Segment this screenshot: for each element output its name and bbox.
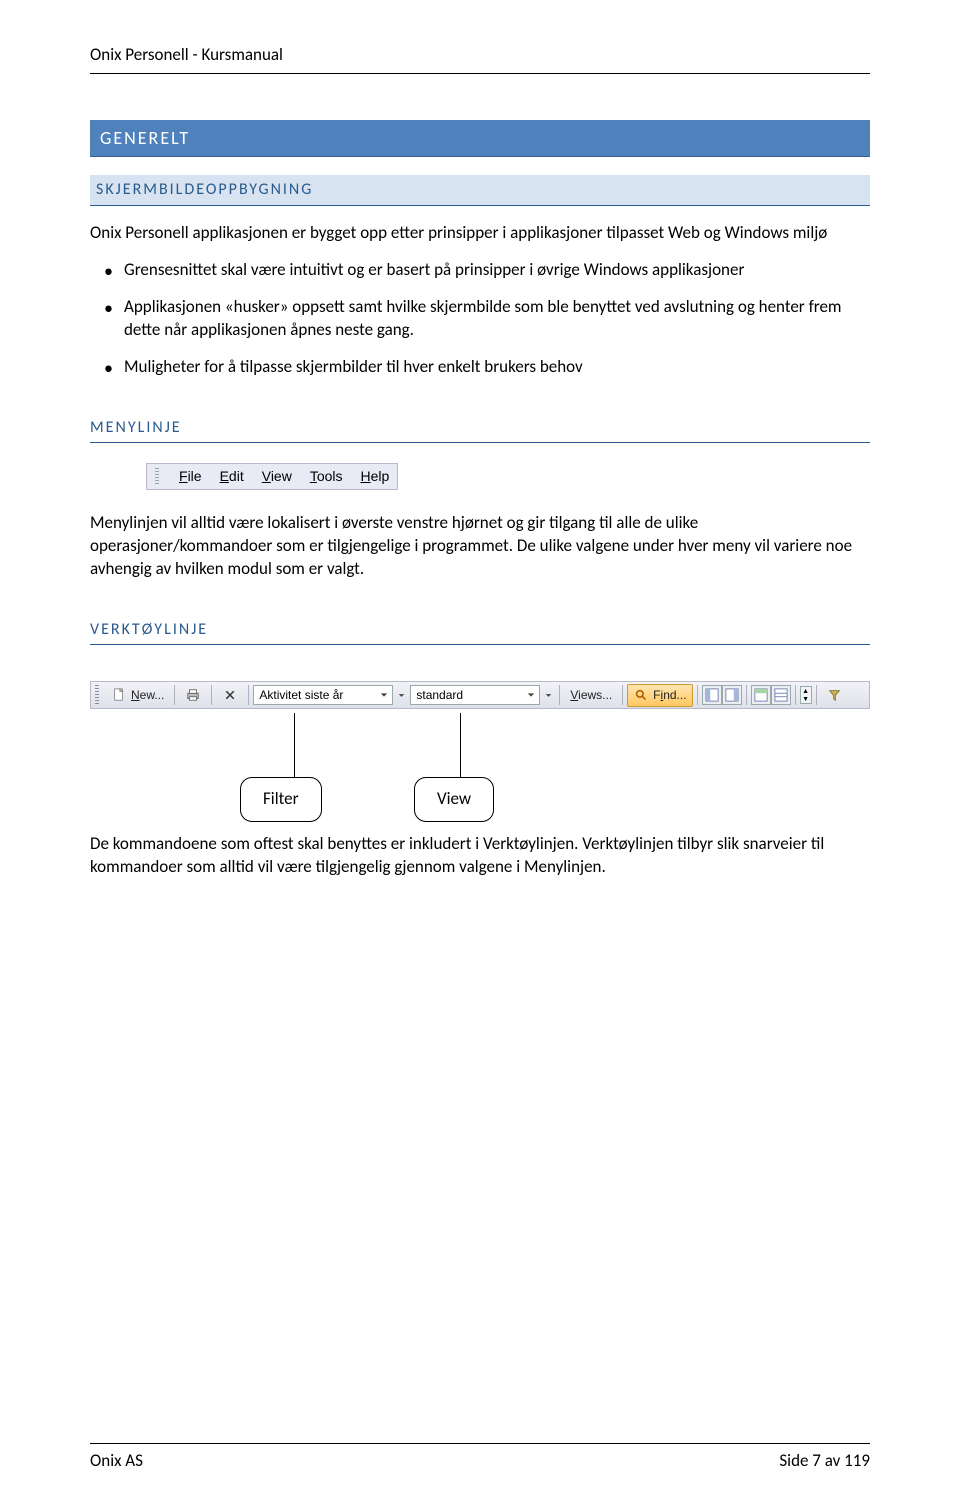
new-button[interactable]: New... (105, 684, 170, 706)
print-button[interactable] (179, 684, 207, 706)
bullet-item: Applikasjonen «husker» oppsett samt hvil… (124, 296, 870, 342)
find-button[interactable]: Find... (627, 684, 692, 706)
layout-toggle-group (702, 685, 742, 705)
layout-right-icon[interactable] (722, 685, 742, 705)
filter-combo[interactable]: Aktivitet siste år (253, 685, 393, 705)
chevron-down-icon: ▼ (801, 695, 811, 703)
view-combo[interactable]: standard (410, 685, 540, 705)
menylinje-paragraph: Menylinjen vil alltid være lokalisert i … (90, 512, 870, 581)
delete-button[interactable] (216, 684, 244, 706)
callout-connector (294, 713, 295, 777)
menu-file[interactable]: File (179, 467, 202, 486)
funnel-icon (827, 687, 843, 703)
menubar-screenshot: File Edit View Tools Help (146, 463, 398, 490)
menu-help[interactable]: Help (361, 467, 390, 486)
spinner-control[interactable]: ▲ ▼ (800, 686, 812, 704)
pane-toggle-group (751, 685, 791, 705)
heading-generelt: GENERELT (90, 120, 870, 157)
heading-skjermbildeoppbygning: SKJERMBILDEOPPBYGNING (90, 175, 870, 206)
callout-view: View (414, 777, 494, 822)
callout-connector (460, 713, 461, 777)
view-combo-value: standard (416, 687, 463, 703)
verktoylinje-paragraph: De kommandoene som oftest skal benyttes … (90, 833, 870, 879)
views-button[interactable]: Views... (564, 684, 618, 706)
callout-filter: Filter (240, 777, 322, 822)
toolbar-grip-icon (95, 685, 99, 705)
menu-view[interactable]: View (262, 467, 292, 486)
view-dropdown-extra[interactable] (542, 689, 555, 702)
heading-verktoylinje: VERKTØYLINJE (90, 619, 870, 646)
menu-edit[interactable]: Edit (220, 467, 244, 486)
delete-x-icon (222, 687, 238, 703)
filter-dropdown-extra[interactable] (395, 689, 408, 702)
toolbar-screenshot: New... Aktivitet siste år (90, 681, 870, 709)
printer-icon (185, 687, 201, 703)
page-header: Onix Personell - Kursmanual (90, 44, 870, 74)
bullet-item: Grensesnittet skal være intuitivt og er … (124, 259, 870, 282)
new-document-icon (111, 687, 127, 703)
pane-split-icon[interactable] (771, 685, 791, 705)
footer-right: Side 7 av 119 (779, 1450, 870, 1473)
menu-tools[interactable]: Tools (310, 467, 343, 486)
chevron-down-icon (378, 689, 390, 701)
chevron-down-icon (525, 689, 537, 701)
filter-funnel-button[interactable] (821, 684, 849, 706)
intro-paragraph: Onix Personell applikasjonen er bygget o… (90, 222, 870, 245)
heading-menylinje: MENYLINJE (90, 417, 870, 444)
pane-top-icon[interactable] (751, 685, 771, 705)
filter-combo-value: Aktivitet siste år (259, 687, 343, 703)
search-icon (633, 687, 649, 703)
bullet-item: Muligheter for å tilpasse skjermbilder t… (124, 356, 870, 379)
footer-left: Onix AS (90, 1450, 143, 1473)
layout-left-icon[interactable] (702, 685, 722, 705)
toolbar-grip-icon (155, 468, 159, 486)
